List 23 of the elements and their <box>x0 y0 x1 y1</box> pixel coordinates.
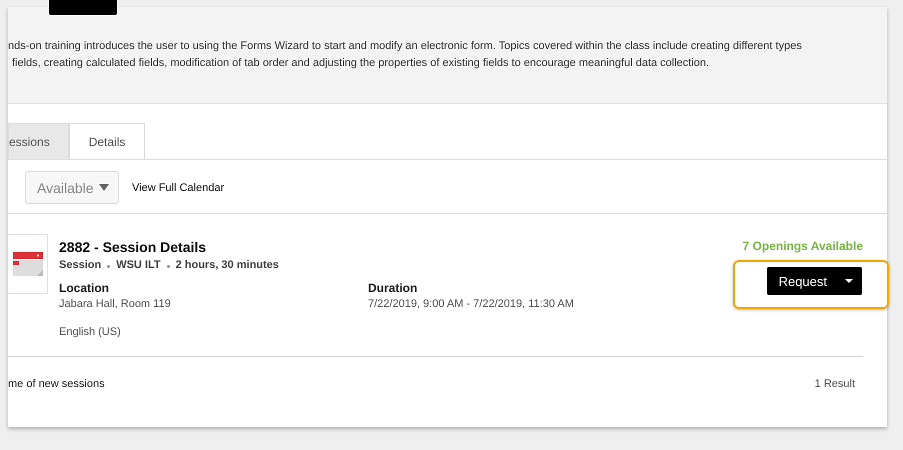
caret-icon <box>98 184 109 191</box>
request-button[interactable]: Request <box>766 267 862 295</box>
tab[interactable]: essions <box>8 123 69 159</box>
language-text: English (US) <box>59 326 122 338</box>
location-label: Location <box>59 281 110 295</box>
duration-value: 7/22/2019, 9:00 AM - 7/22/2019, 11:30 AM <box>368 298 575 310</box>
description-text: fields, creating calculated fields, modification of tab order and adjusting the properties of existing fields to encourage meaningful data collection. <box>11 56 710 71</box>
calendar-link[interactable]: View Full Calendar <box>132 182 224 194</box>
separator-dot <box>107 264 110 268</box>
calendar-icon <box>12 249 42 279</box>
duration-label: Duration <box>368 281 418 295</box>
openings-text: 7 Openings Available <box>742 239 863 253</box>
session-meta: Session <box>59 259 102 271</box>
session-meta: WSU ILT <box>116 259 161 271</box>
session-meta: 2 hours, 30 minutes <box>176 259 279 271</box>
footer-text: me of new sessions <box>8 378 105 390</box>
result-count: 1 Result <box>814 378 855 390</box>
tab[interactable]: Details <box>68 123 146 159</box>
location-value: Jabara Hall, Room 119 <box>59 298 172 310</box>
caret-icon <box>845 279 853 283</box>
session-title: 2882 - Session Details <box>59 239 208 255</box>
description-text: nds-on training introduces the user to using the Forms Wizard to start and modify an electronic form. Topics covered within the class include creating different types <box>8 39 803 54</box>
separator-dot <box>166 264 170 268</box>
